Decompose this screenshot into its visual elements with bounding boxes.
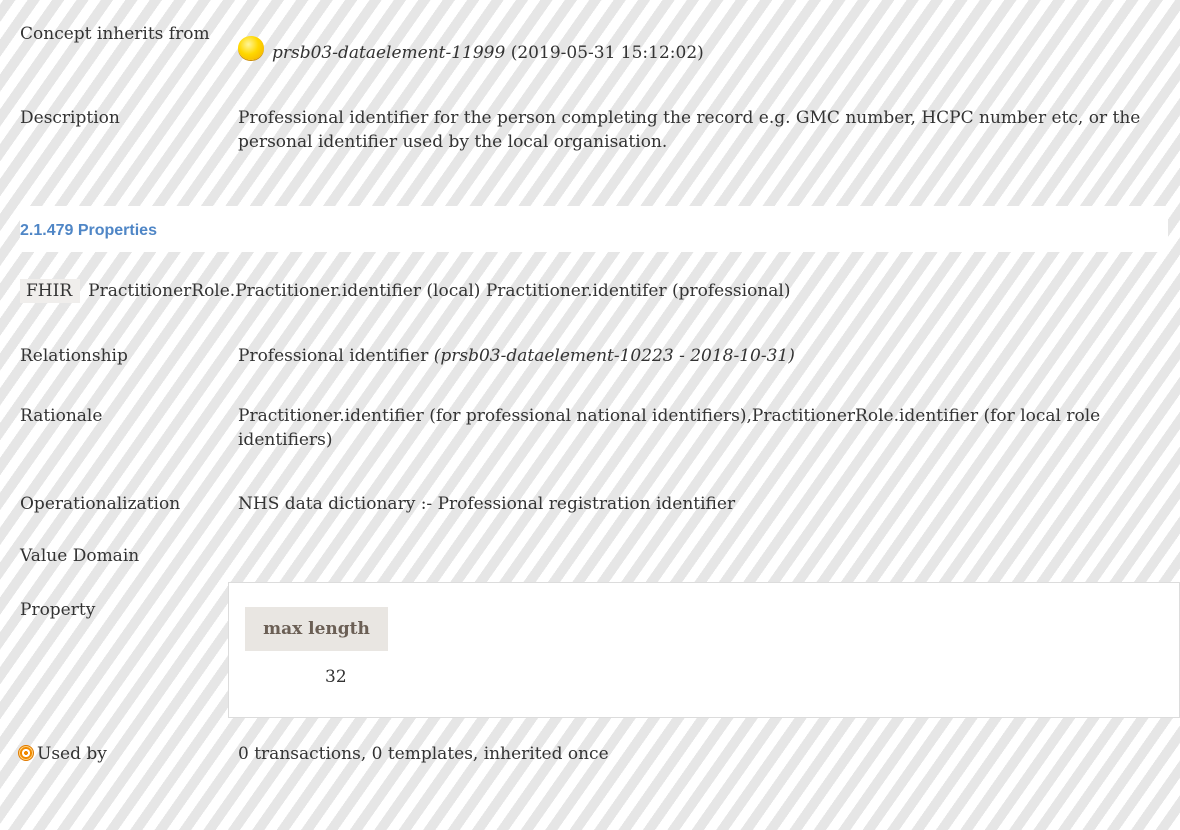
relationship-ref-link[interactable]: (prsb03-dataelement-10223 - 2018-10-31) <box>434 346 795 366</box>
rationale-label: Rationale <box>20 406 103 426</box>
target-icon[interactable] <box>18 745 34 761</box>
used-by-label-wrap: Used by <box>18 742 228 766</box>
description-label: Description <box>20 108 120 128</box>
max-length-header: max length <box>245 607 388 651</box>
value-domain-label: Value Domain <box>20 546 140 566</box>
property-table: max length 32 <box>228 582 1180 718</box>
inherits-date: (2019-05-31 15:12:02) <box>510 43 704 63</box>
used-by-label: Used by <box>37 744 107 764</box>
operationalization-label: Operationalization <box>20 494 181 514</box>
concept-inherits-label: Concept inherits from <box>20 24 210 44</box>
relationship-value: Professional identifier (prsb03-dataelem… <box>238 344 1168 368</box>
properties-title[interactable]: 2.1.479 Properties <box>20 222 157 240</box>
fhir-row: FHIR PractitionerRole.Practitioner.identi… <box>20 279 1168 303</box>
concept-inherits-value: prsb03-dataelement-11999 (2019-05-31 15:… <box>238 36 1168 65</box>
used-by-value: 0 transactions, 0 templates, inherited o… <box>238 744 609 764</box>
fhir-value: PractitionerRole.Practitioner.identifier… <box>88 281 791 301</box>
operationalization-text: NHS data dictionary :- Professional regi… <box>238 494 736 514</box>
max-length-value: 32 <box>325 667 347 687</box>
inherits-ref-link[interactable]: prsb03-dataelement-11999 <box>272 43 505 63</box>
properties-section-header: 2.1.479 Properties <box>20 206 1168 252</box>
description-text: Professional identifier for the person c… <box>238 108 1141 152</box>
property-label: Property <box>20 600 96 620</box>
relationship-text: Professional identifier <box>238 346 429 366</box>
rationale-text: Practitioner.identifier (for professiona… <box>238 406 1101 450</box>
fhir-tag: FHIR <box>20 279 81 303</box>
relationship-label: Relationship <box>20 346 128 366</box>
yellow-orb-icon <box>238 36 264 60</box>
